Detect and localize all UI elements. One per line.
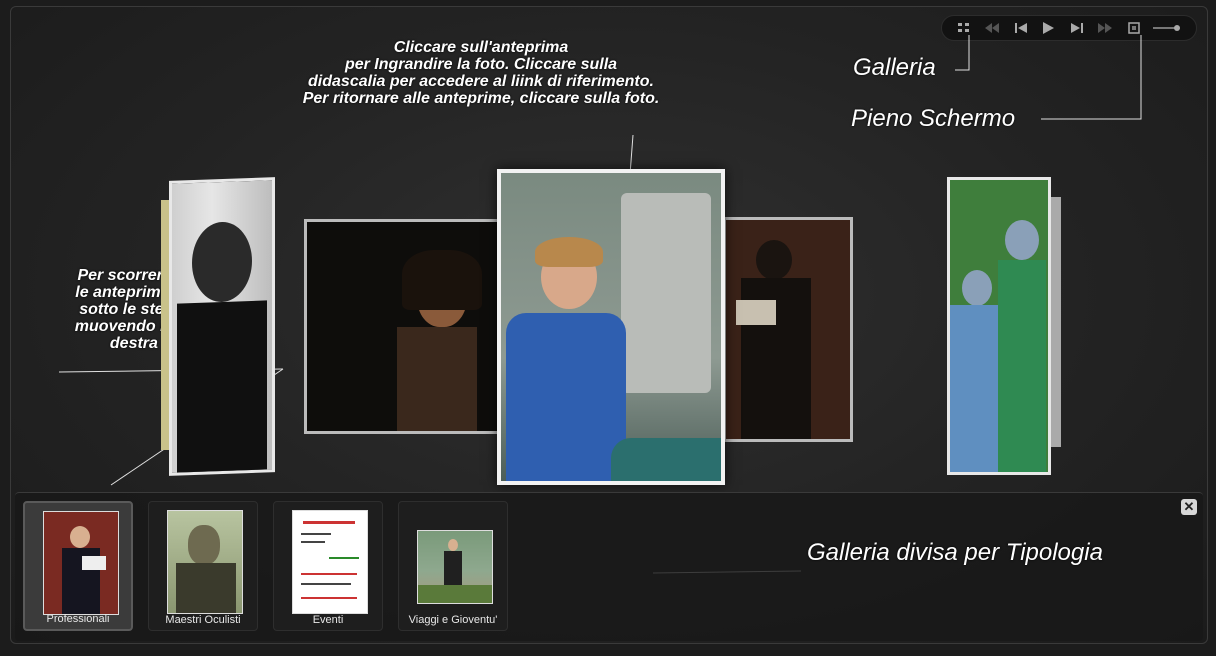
photo-card-surgeons[interactable] — [947, 177, 1051, 475]
thumbnail-image — [417, 530, 493, 604]
category-viaggi-e-gioventu[interactable]: Viaggi e Gioventu' — [398, 501, 508, 631]
photo-card-center-doctor[interactable] — [497, 169, 725, 485]
category-maestri-oculisti[interactable]: Maestri Oculisti — [148, 501, 258, 631]
photo-card-speaker[interactable] — [723, 217, 853, 442]
center-instructions: Cliccare sull'anteprima per Ingrandire l… — [302, 39, 660, 107]
galleria-label: Galleria — [853, 54, 936, 81]
photo-card-left[interactable] — [169, 177, 275, 476]
pieno-schermo-label: Pieno Schermo — [851, 105, 1016, 132]
photo-card-woman[interactable] — [304, 219, 504, 434]
category-label: Eventi — [312, 614, 344, 626]
thumbnail-image — [292, 510, 368, 614]
category-professionali[interactable]: Professionali — [23, 501, 133, 631]
gallery-stage: Cliccare sull'anteprima per Ingrandire l… — [10, 6, 1208, 644]
thumbnail-image — [167, 510, 243, 614]
thumbnail-image — [43, 511, 119, 615]
close-icon[interactable]: ✕ — [1181, 499, 1197, 515]
category-eventi[interactable]: Eventi — [273, 501, 383, 631]
photo-card-far-right[interactable] — [1051, 197, 1061, 447]
category-label: Professionali — [46, 613, 110, 625]
galleria-divisa-label: Galleria divisa per Tipologia — [807, 539, 1103, 566]
category-label: Maestri Oculisti — [165, 614, 241, 626]
category-label: Viaggi e Gioventu' — [408, 614, 498, 626]
